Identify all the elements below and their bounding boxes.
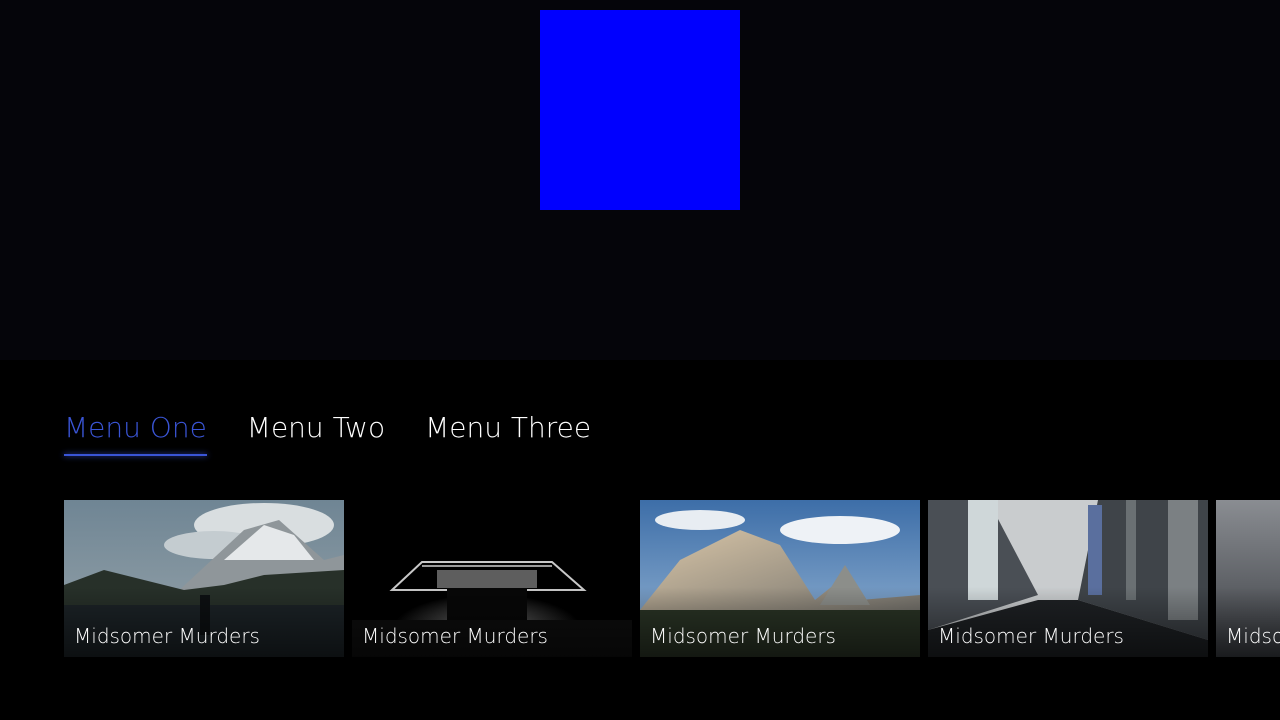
card-title: Midsomer Murders xyxy=(74,624,260,648)
content-card[interactable]: Midsomer Murders xyxy=(64,500,344,657)
top-menu: Menu One Menu Two Menu Three xyxy=(64,408,591,460)
menu-item-three[interactable]: Menu Three xyxy=(425,408,591,460)
card-title: Midsomer Murders xyxy=(650,624,836,648)
content-card[interactable]: Midsomer Murders xyxy=(640,500,920,657)
menu-item-one[interactable]: Menu One xyxy=(64,408,207,460)
content-card[interactable]: Midsomer Murders xyxy=(352,500,632,657)
content-card[interactable]: Midsomer Murders xyxy=(928,500,1208,657)
hero-banner xyxy=(0,0,1280,360)
hero-blue-square xyxy=(540,10,740,210)
content-card[interactable]: Midsomer Murders xyxy=(1216,500,1280,657)
menu-item-two[interactable]: Menu Two xyxy=(247,408,385,460)
content-rail: Midsomer Murders Midsomer Murders Midsom… xyxy=(64,500,1280,657)
card-title: Midsomer Murders xyxy=(938,624,1124,648)
card-title: Midsomer Murders xyxy=(362,624,548,648)
card-title: Midsomer Murders xyxy=(1226,624,1280,648)
